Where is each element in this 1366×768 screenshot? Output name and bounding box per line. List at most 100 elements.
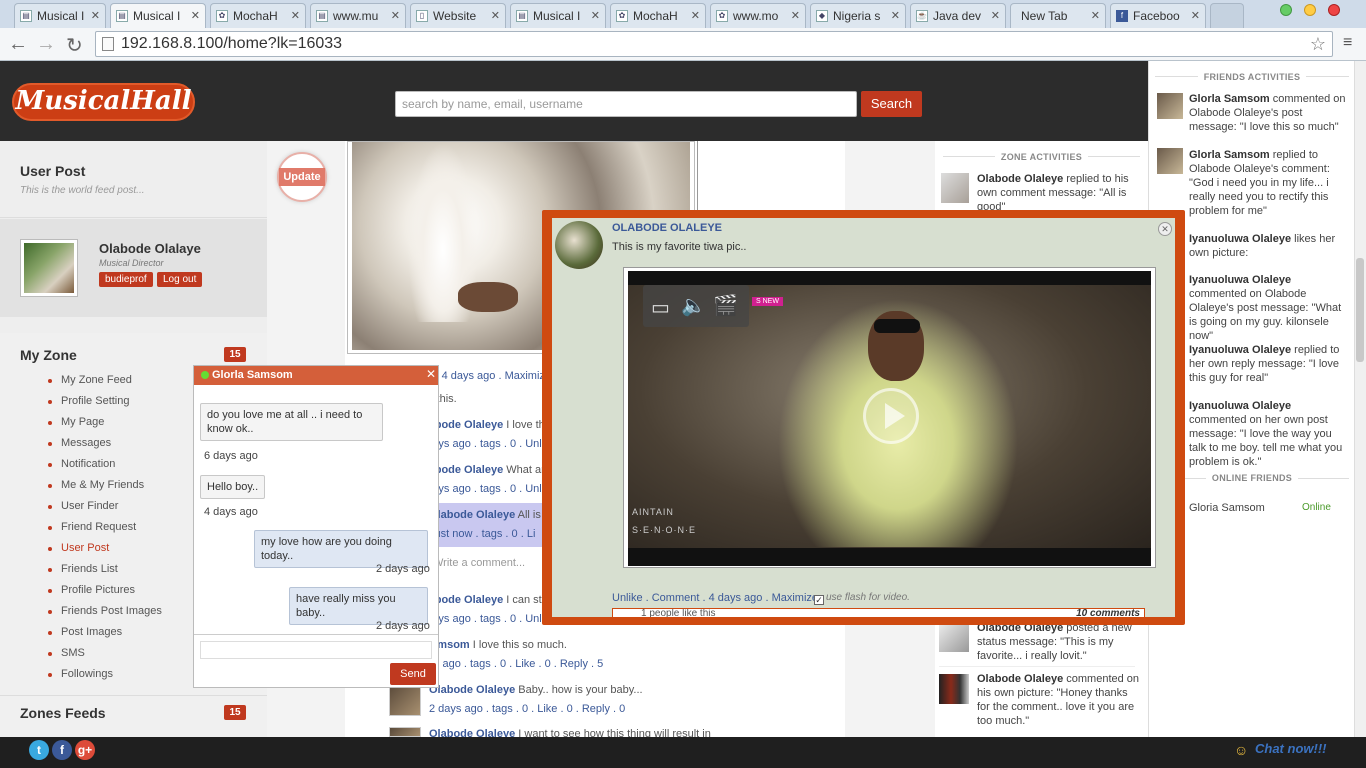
address-bar[interactable]: 192.168.8.100/home?lk=16033 ☆ [95, 31, 1333, 57]
video-caption-1: AINTAIN [632, 507, 674, 517]
logo[interactable]: MusicalHall [12, 83, 195, 121]
browser-tab[interactable]: ▤ Musical I ✕ [510, 3, 606, 28]
close-icon[interactable]: ✕ [1158, 222, 1172, 236]
menu-icon[interactable]: ≡ [1343, 34, 1352, 52]
browser-tab[interactable]: ▯ Website ✕ [410, 3, 506, 28]
zone-activity-item: Olabode Olaleye replied to his own comme… [977, 173, 1129, 213]
avatar[interactable] [939, 622, 969, 652]
avatar[interactable] [1157, 93, 1183, 119]
online-friend-name[interactable]: Gloria Samsom [1189, 502, 1265, 514]
user-post-title: User Post [20, 163, 86, 179]
avatar[interactable] [941, 173, 969, 203]
close-icon[interactable]: ✕ [691, 9, 700, 22]
logout-button[interactable]: Log out [157, 272, 203, 287]
google-plus-icon[interactable]: g+ [75, 740, 95, 760]
comment-row: Olabode Olaleye Baby.. how is your baby.… [429, 684, 643, 696]
video-player[interactable]: ▭ 🔈 🎬 S NEW AINTAIN S·E·N·O·N·E [623, 267, 1156, 568]
close-icon[interactable]: ✕ [291, 9, 300, 22]
comments-count[interactable]: 10 comments [1076, 609, 1140, 617]
chat-now-link[interactable]: Chat now!!! [1255, 741, 1326, 756]
back-arrow-icon[interactable]: ← [8, 33, 28, 56]
close-icon[interactable]: ✕ [491, 9, 500, 22]
user-name[interactable]: Olabode Olalaye [99, 241, 201, 256]
browser-tab[interactable]: ✿ www.mo ✕ [710, 3, 806, 28]
browser-tab[interactable]: ▤ Musical I ✕ [14, 3, 106, 28]
browser-tab[interactable]: New Tab ✕ [1010, 3, 1106, 28]
zones-feeds-title: Zones Feeds [20, 705, 106, 721]
browser-tab-strip: ▤ Musical I ✕ ▤ Musical I ✕ ✿ MochaH ✕ ▤ www.mu… [0, 0, 1366, 28]
update-circle[interactable]: Update [277, 152, 327, 202]
chat-timestamp: 4 days ago [204, 506, 258, 518]
search-button[interactable]: Search [861, 91, 922, 117]
chat-header[interactable]: Glorla Samsom [194, 366, 438, 385]
java-icon: ☕ [916, 10, 928, 22]
browser-tab-active[interactable]: ▤ Musical I ✕ [110, 3, 206, 28]
mocha-icon: ✿ [216, 10, 228, 22]
comment-meta[interactable]: 4 days ago . tags . 0 . Like . 0 . Reply… [407, 658, 907, 670]
avatar[interactable] [555, 221, 603, 269]
close-icon[interactable]: ✕ [991, 9, 1000, 22]
twitter-icon[interactable]: t [29, 740, 49, 760]
close-icon[interactable]: ✕ [891, 9, 900, 22]
close-icon[interactable]: ✕ [426, 367, 436, 381]
close-icon[interactable]: ✕ [791, 9, 800, 22]
zones-feeds-count: 15 [224, 705, 246, 720]
send-button[interactable]: Send [390, 663, 436, 685]
bookmark-star-icon[interactable]: ☆ [1310, 32, 1326, 56]
volume-icon[interactable]: 🔈 [681, 293, 706, 318]
profile-card: Olabode Olalaye Musical Director budiepr… [0, 219, 267, 317]
update-button[interactable]: Update [279, 168, 325, 186]
facebook-icon[interactable]: f [52, 740, 72, 760]
flash-checkbox[interactable]: ✓ [814, 595, 824, 605]
minimize-button[interactable] [1280, 4, 1292, 16]
chat-timestamp: 6 days ago [204, 450, 258, 462]
user-post-subtitle: This is the world feed post... [20, 185, 145, 196]
post-author[interactable]: OLABODE OLALEYE [612, 222, 722, 234]
my-zone-count: 15 [224, 347, 246, 362]
reload-icon[interactable]: ↻ [66, 33, 83, 58]
browser-tab[interactable]: ☕ Java dev ✕ [910, 3, 1006, 28]
friend-activity-item: Iyanuoluwa Olaleye commented on Olabode … [1189, 274, 1342, 342]
avatar[interactable] [20, 239, 78, 297]
close-icon[interactable]: ✕ [591, 9, 600, 22]
post-viewer-panel: OLABODE OLALEYE This is my favorite tiwa… [552, 218, 1175, 617]
close-icon[interactable]: ✕ [91, 9, 100, 22]
close-window-button[interactable] [1328, 4, 1340, 16]
likes-count[interactable]: 1 people like this [641, 609, 716, 617]
maximize-button[interactable] [1304, 4, 1316, 16]
scrollbar-thumb[interactable] [1356, 258, 1364, 362]
browser-tab[interactable]: ▤ www.mu ✕ [310, 3, 406, 28]
image-icon[interactable]: ▭ [651, 295, 670, 320]
search-input[interactable]: search by name, email, username [395, 91, 857, 117]
video-caption-2: S·E·N·O·N·E [632, 525, 696, 535]
comment-meta[interactable]: 2 days ago . tags . 0 . Like . 0 . Reply… [429, 703, 929, 715]
close-icon[interactable]: ✕ [1091, 9, 1100, 22]
post-actions[interactable]: Unlike . Comment . 4 days ago . Maximize… [612, 592, 821, 604]
avatar[interactable] [939, 674, 969, 704]
divider [194, 634, 438, 635]
browser-tab[interactable]: ✿ MochaH ✕ [610, 3, 706, 28]
close-icon[interactable]: ✕ [391, 9, 400, 22]
video-frame[interactable]: ▭ 🔈 🎬 S NEW AINTAIN S·E·N·O·N·E [628, 271, 1151, 566]
friend-activity-item: Iyanuoluwa Olaleye likes her own picture… [1189, 233, 1336, 259]
avatar[interactable] [389, 684, 421, 716]
mocha-icon: ✿ [616, 10, 628, 22]
browser-tab[interactable]: ◆ Nigeria s ✕ [810, 3, 906, 28]
close-icon[interactable]: ✕ [1191, 9, 1200, 22]
profile-button[interactable]: budieprof [99, 272, 153, 287]
friend-activity-item: Iyanuoluwa Olaleye commented on her own … [1189, 400, 1343, 468]
clapperboard-icon[interactable]: 🎬 [713, 293, 738, 318]
forward-arrow-icon[interactable]: → [36, 33, 56, 56]
video-new-label: S NEW [752, 297, 783, 306]
friend-activity-item: Iyanuoluwa Olaleye replied to her own re… [1189, 344, 1340, 384]
browser-tab[interactable]: ✿ MochaH ✕ [210, 3, 306, 28]
browser-tab[interactable]: f Faceboo ✕ [1110, 3, 1206, 28]
new-tab-button[interactable] [1210, 3, 1244, 28]
page-scrollbar[interactable] [1354, 61, 1366, 737]
bottom-bar: t f g+ ☺ Chat now!!! [0, 737, 1366, 768]
avatar[interactable] [389, 727, 421, 737]
chat-input[interactable] [200, 641, 432, 659]
close-icon[interactable]: ✕ [191, 9, 200, 22]
play-icon[interactable] [863, 388, 919, 444]
avatar[interactable] [1157, 148, 1183, 174]
